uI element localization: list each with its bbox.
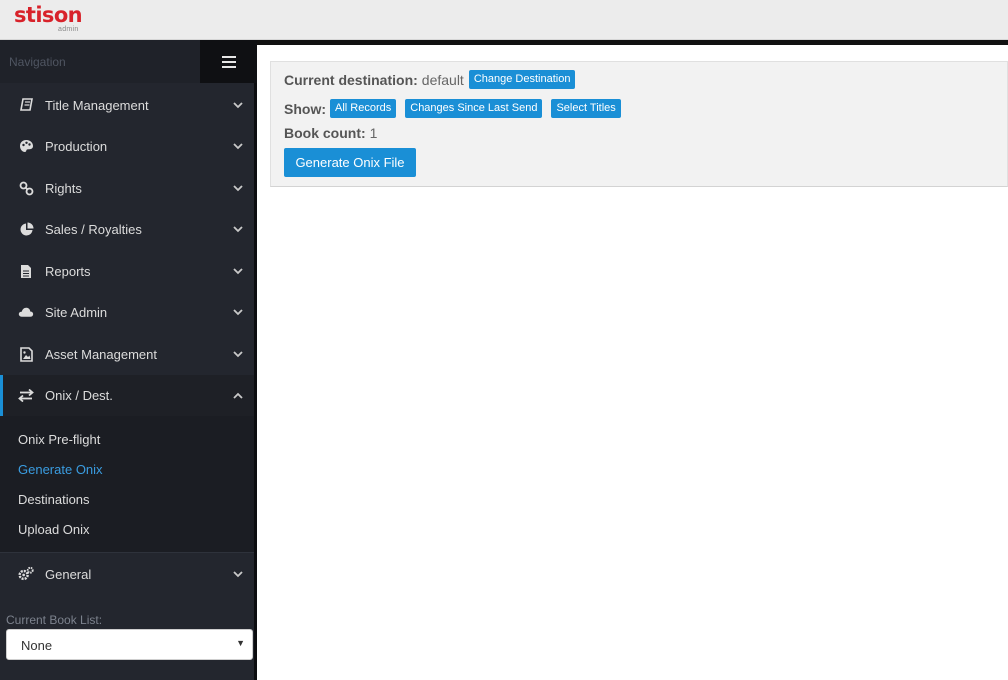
sidebar-item-label: Onix / Dest.	[45, 388, 113, 403]
exchange-icon	[18, 387, 34, 403]
logo[interactable]: stison admin	[14, 2, 83, 33]
sidebar-item-site-admin[interactable]: Site Admin	[0, 292, 254, 333]
logo-text: stison	[14, 3, 83, 27]
book-icon	[18, 97, 34, 113]
main-top-border	[257, 40, 1008, 45]
chevron-down-icon	[232, 138, 244, 154]
book-count-value: 1	[369, 125, 378, 141]
subnav-item-destinations[interactable]: Destinations	[18, 492, 90, 507]
cloud-icon	[18, 304, 34, 320]
sidebar-item-sales-royalties[interactable]: Sales / Royalties	[0, 209, 254, 250]
current-book-list-select[interactable]: None ▼	[6, 629, 253, 660]
sidebar-item-label: Rights	[45, 181, 82, 196]
chevron-down-icon	[232, 263, 244, 279]
sidebar-item-label: General	[45, 567, 92, 582]
top-header: stison admin	[0, 0, 1008, 40]
generate-onix-file-button[interactable]: Generate Onix File	[284, 148, 416, 177]
change-destination-button[interactable]: Change Destination	[468, 70, 576, 89]
select-titles-button[interactable]: Select Titles	[551, 99, 621, 118]
book-count-label: Book count:	[284, 125, 366, 141]
destination-row: Current destination: default Change Dest…	[284, 70, 576, 89]
sidebar-item-label: Production	[45, 139, 108, 154]
chevron-down-icon	[232, 566, 244, 582]
chevron-down-icon	[232, 180, 244, 196]
destination-value: default	[421, 71, 464, 88]
chevron-down-icon	[232, 346, 244, 362]
sidebar-item-label: Sales / Royalties	[45, 222, 142, 237]
logo-subtitle: admin	[58, 26, 79, 33]
sidebar-item-rights[interactable]: Rights	[0, 168, 254, 209]
onix-submenu: Onix Pre-flight Generate Onix Destinatio…	[0, 416, 254, 553]
chevron-up-icon	[232, 387, 244, 403]
sidebar-item-label: Asset Management	[45, 347, 158, 362]
current-book-list-label: Current Book List:	[6, 613, 103, 627]
subnav-item-generate-onix[interactable]: Generate Onix	[18, 462, 103, 477]
current-book-list-value: None	[21, 638, 53, 653]
chevron-down-icon	[232, 97, 244, 113]
image-file-icon	[18, 346, 34, 362]
all-records-button[interactable]: All Records	[330, 99, 397, 118]
sidebar-item-general[interactable]: General	[0, 554, 254, 595]
show-label: Show:	[284, 100, 326, 117]
destination-label: Current destination:	[284, 71, 418, 88]
sidebar-item-asset-management[interactable]: Asset Management	[0, 334, 254, 375]
palette-icon	[18, 138, 34, 154]
link-icon	[18, 180, 34, 196]
book-count-row: Book count: 1	[284, 125, 377, 141]
onix-generate-panel: Current destination: default Change Dest…	[270, 61, 1008, 187]
nav-header-label: Navigation	[9, 55, 66, 69]
sidebar-item-production[interactable]: Production	[0, 126, 254, 167]
file-icon	[18, 263, 34, 279]
sidebar-item-reports[interactable]: Reports	[0, 251, 254, 292]
chevron-down-icon	[232, 304, 244, 320]
gears-icon	[18, 566, 34, 582]
sidebar: Navigation Title Management Production R…	[0, 40, 257, 680]
show-row: Show: All Records Changes Since Last Sen…	[284, 99, 621, 118]
pie-chart-icon	[18, 221, 34, 237]
changes-since-last-send-button[interactable]: Changes Since Last Send	[405, 99, 543, 118]
subnav-item-onix-preflight[interactable]: Onix Pre-flight	[18, 432, 100, 447]
sidebar-item-label: Site Admin	[45, 305, 108, 320]
caret-down-icon: ▼	[236, 638, 245, 648]
sidebar-item-label: Reports	[45, 264, 91, 279]
chevron-down-icon	[232, 221, 244, 237]
hamburger-icon[interactable]	[200, 40, 257, 83]
sidebar-item-label: Title Management	[45, 98, 149, 113]
sidebar-item-title-management[interactable]: Title Management	[0, 85, 254, 126]
sidebar-item-onix-dest[interactable]: Onix / Dest.	[0, 375, 254, 416]
subnav-item-upload-onix[interactable]: Upload Onix	[18, 522, 90, 537]
